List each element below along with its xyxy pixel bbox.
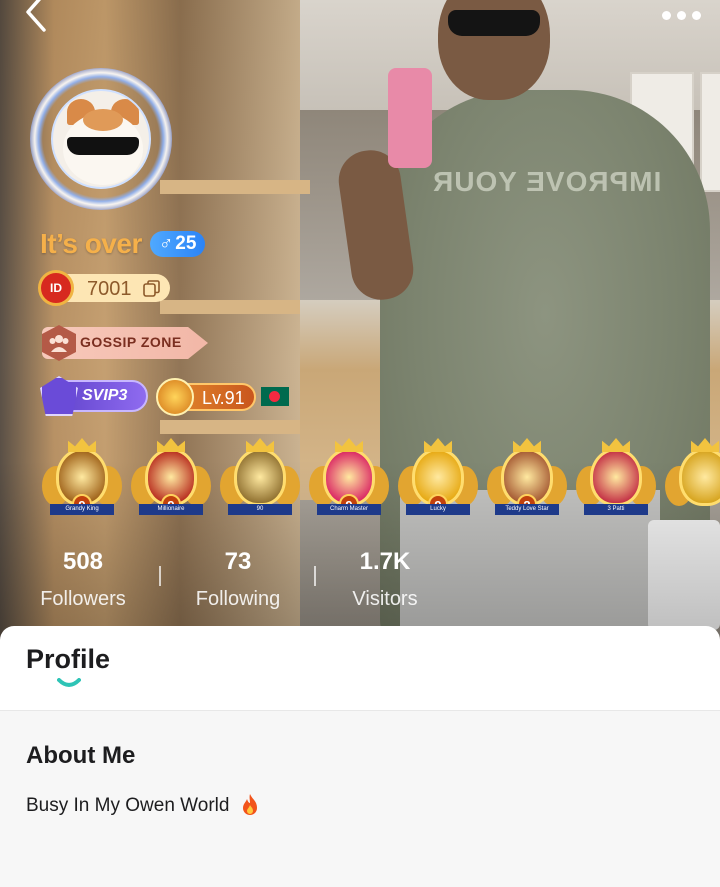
shelf-board [160, 420, 310, 434]
crown-icon [602, 438, 630, 452]
flag-circle [269, 391, 280, 402]
active-tab-indicator [57, 678, 81, 687]
back-button[interactable] [18, 0, 58, 36]
more-dots-icon [692, 11, 701, 20]
shelf-board [160, 300, 310, 314]
followers-label: Followers [40, 588, 126, 610]
gender-age-badge: ♂ 25 [150, 231, 206, 257]
achievement-medal[interactable]: 3 Patti [576, 438, 656, 522]
people-icon [49, 335, 69, 352]
medal-name: Lucky [406, 504, 470, 515]
followers-stat[interactable]: 508 Followers [18, 548, 148, 611]
svip-label: SVIP3 [82, 387, 128, 404]
pink-phone [388, 68, 432, 168]
user-id-pill: ID 7001 [38, 270, 170, 306]
visitors-stat[interactable]: 1.7K Visitors [320, 548, 450, 611]
medal-disc [679, 448, 720, 506]
fire-icon [243, 794, 257, 815]
id-badge-icon: ID [38, 270, 74, 306]
following-count: 73 [224, 548, 252, 575]
achievement-medal[interactable] [665, 438, 720, 522]
achievement-medal[interactable]: 9Lucky [398, 438, 478, 522]
crown-icon [246, 438, 274, 452]
achievement-medal[interactable]: 2Teddy Love Star [487, 438, 567, 522]
visitors-count: 1.7K [359, 548, 411, 575]
level-label: Lv.91 [202, 388, 245, 408]
chevron-left-icon [26, 0, 46, 32]
visitors-label: Visitors [352, 588, 418, 610]
crown-icon [513, 438, 541, 452]
stat-divider [314, 566, 316, 586]
level-crest-icon [156, 378, 194, 416]
cat-sunglasses [67, 137, 139, 155]
achievement-medal[interactable]: 9Grandy King [42, 438, 122, 522]
user-id-value: 7001 [87, 278, 132, 300]
crown-icon [335, 438, 363, 452]
medal-name: Charm Master [317, 504, 381, 515]
crown-icon [691, 438, 719, 452]
about-me-text: Busy In My Owen World [26, 795, 230, 816]
profile-name: It’s over [40, 228, 142, 259]
about-me-title: About Me [26, 742, 136, 769]
following-label: Following [195, 588, 281, 610]
achievement-medal[interactable]: 90 [220, 438, 300, 522]
crown-icon [68, 438, 96, 452]
achievement-medal[interactable]: 9Charm Master [309, 438, 389, 522]
medal-disc [234, 448, 286, 506]
more-dots-icon [677, 11, 686, 20]
medal-name: Grandy King [50, 504, 114, 515]
sunglasses [448, 10, 540, 36]
cat-patch [83, 109, 123, 131]
medal-row[interactable]: 9Grandy King9Millionaire 90 9Charm Master9… [42, 438, 720, 524]
more-options-button[interactable] [656, 6, 706, 26]
menu-board [700, 72, 720, 192]
avatar[interactable] [51, 89, 151, 189]
tab-profile[interactable]: Profile [26, 644, 110, 675]
medal-name: 3 Patti [584, 504, 648, 515]
medal-disc [590, 448, 642, 506]
copy-icon[interactable] [143, 280, 160, 297]
male-icon: ♂ [159, 233, 174, 254]
medal-name: 90 [228, 504, 292, 515]
medal-name: Teddy Love Star [495, 504, 559, 515]
gossip-zone-label: GOSSIP ZONE [80, 334, 182, 350]
medal-name: Millionaire [139, 504, 203, 515]
following-stat[interactable]: 73 Following [173, 548, 303, 611]
shelf-board [160, 180, 310, 194]
stat-divider [159, 566, 161, 586]
shirt-print: IMPROVE YOUR [432, 166, 662, 197]
followers-count: 508 [62, 548, 104, 575]
crown-icon [424, 438, 452, 452]
age-value: 25 [175, 233, 197, 254]
bangladesh-flag-icon [261, 387, 289, 406]
more-dots-icon [662, 11, 671, 20]
crown-icon [157, 438, 185, 452]
achievement-medal[interactable]: 9Millionaire [131, 438, 211, 522]
